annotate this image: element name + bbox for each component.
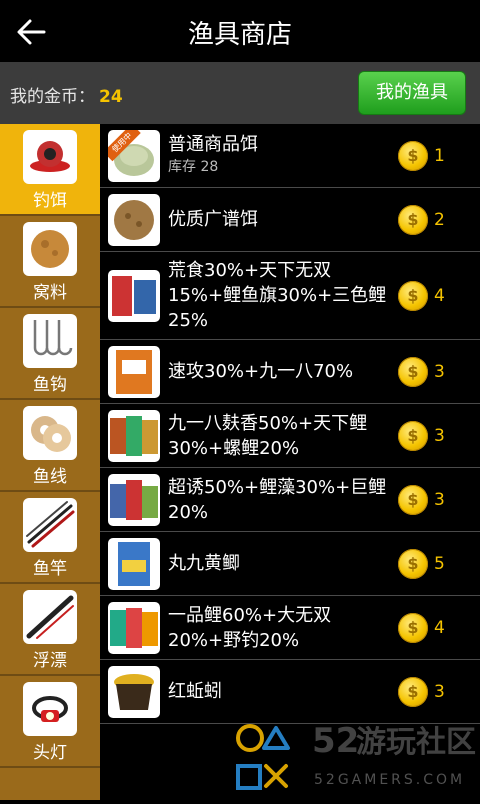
coin-icon: $ xyxy=(398,677,428,707)
page-title: 渔具商店 xyxy=(187,20,292,50)
category-sidebar: 钓饵 窝料 鱼钩 鱼线 鱼竿 浮漂 头灯 xyxy=(0,124,100,800)
item-name: 丸九黄鲫 xyxy=(168,553,240,574)
item-name: 九一八麸香50%+天下鲤30%+螺鲤20% xyxy=(168,413,368,459)
coin-icon: $ xyxy=(398,357,428,387)
item-price: 4 xyxy=(434,618,445,638)
watermark-number: 52 xyxy=(312,721,359,761)
item-image xyxy=(108,666,160,718)
coin-bar: 我的金币： 24 我的渔具 xyxy=(0,62,480,124)
category-label: 鱼竿 xyxy=(33,559,67,579)
category-label: 头灯 xyxy=(33,743,67,763)
list-item[interactable]: 速攻30%+九一八70% $ 3 xyxy=(100,340,480,404)
float-icon xyxy=(23,590,77,644)
category-line[interactable]: 鱼线 xyxy=(0,400,100,492)
watermark-logo-icon: 52 游玩社区 52GAMERS.COM xyxy=(236,721,476,790)
header-bar: 渔具商店 xyxy=(0,0,480,62)
item-name-text: 普通商品饵 xyxy=(168,134,258,155)
item-name: 一品鲤60%+大无双20%+野钓20% xyxy=(168,605,332,651)
watermark-text: 游玩社区 xyxy=(356,725,476,760)
list-item[interactable]: 九一八麸香50%+天下鲤30%+螺鲤20% $ 3 xyxy=(100,404,480,468)
item-name: 荒食30%+天下无双15%+鲤鱼旗30%+三色鲤25% xyxy=(168,260,387,331)
groundbait-icon xyxy=(23,222,77,276)
item-image: 使用中 xyxy=(108,130,160,182)
item-image xyxy=(108,270,160,322)
category-label: 窝料 xyxy=(33,283,67,303)
list-item[interactable]: 超诱50%+鲤藻30%+巨鲤20% $ 3 xyxy=(100,468,480,532)
item-image xyxy=(108,538,160,590)
category-rod[interactable]: 鱼竿 xyxy=(0,492,100,584)
coin-icon: $ xyxy=(398,613,428,643)
item-stock: 库存 28 xyxy=(168,159,219,175)
item-price: 4 xyxy=(434,286,445,306)
item-name: 速攻30%+九一八70% xyxy=(168,361,354,382)
item-name: 优质广谱饵 xyxy=(168,209,258,230)
bait-icon xyxy=(23,130,77,184)
item-image xyxy=(108,346,160,398)
list-item[interactable]: 使用中 普通商品饵 库存 28 $ 1 xyxy=(100,124,480,188)
coin-icon: $ xyxy=(398,141,428,171)
coin-value: 24 xyxy=(99,87,123,107)
category-hook[interactable]: 鱼钩 xyxy=(0,308,100,400)
category-label: 浮漂 xyxy=(33,651,67,671)
rod-icon xyxy=(23,498,77,552)
line-spool-icon xyxy=(23,406,77,460)
watermark-site: 52GAMERS.COM xyxy=(314,772,465,788)
coin-icon: $ xyxy=(398,485,428,515)
headlamp-icon xyxy=(23,682,77,736)
item-name: 普通商品饵 库存 28 xyxy=(168,132,396,177)
item-name: 超诱50%+鲤藻30%+巨鲤20% xyxy=(168,477,387,523)
list-item[interactable]: 优质广谱饵 $ 2 xyxy=(100,188,480,252)
category-float[interactable]: 浮漂 xyxy=(0,584,100,676)
item-image xyxy=(108,474,160,526)
coin-balance: 我的金币： 24 xyxy=(10,82,123,107)
list-item[interactable]: 荒食30%+天下无双15%+鲤鱼旗30%+三色鲤25% $ 4 xyxy=(100,252,480,340)
coin-icon: $ xyxy=(398,281,428,311)
list-item[interactable]: 丸九黄鲫 $ 5 xyxy=(100,532,480,596)
category-label: 鱼钩 xyxy=(33,375,67,395)
item-price: 1 xyxy=(434,146,445,166)
my-gear-button[interactable]: 我的渔具 xyxy=(358,71,466,115)
item-price: 3 xyxy=(434,682,445,702)
item-name: 红蚯蚓 xyxy=(168,681,222,702)
hook-icon xyxy=(23,314,77,368)
category-headlamp[interactable]: 头灯 xyxy=(0,676,100,768)
list-item[interactable]: 一品鲤60%+大无双20%+野钓20% $ 4 xyxy=(100,596,480,660)
item-price: 5 xyxy=(434,554,445,574)
item-image xyxy=(108,410,160,462)
item-image xyxy=(108,194,160,246)
item-price: 3 xyxy=(434,362,445,382)
coin-icon: $ xyxy=(398,205,428,235)
item-price: 3 xyxy=(434,426,445,446)
category-label: 钓饵 xyxy=(33,191,67,211)
item-price: 3 xyxy=(434,490,445,510)
coin-icon: $ xyxy=(398,549,428,579)
category-bait[interactable]: 钓饵 xyxy=(0,124,100,216)
item-price: 2 xyxy=(434,210,445,230)
coin-icon: $ xyxy=(398,421,428,451)
watermark: 52 游玩社区 52GAMERS.COM xyxy=(232,712,480,800)
category-groundbait[interactable]: 窝料 xyxy=(0,216,100,308)
category-label: 鱼线 xyxy=(33,467,67,487)
coin-label: 我的金币： xyxy=(10,87,95,107)
item-image xyxy=(108,602,160,654)
